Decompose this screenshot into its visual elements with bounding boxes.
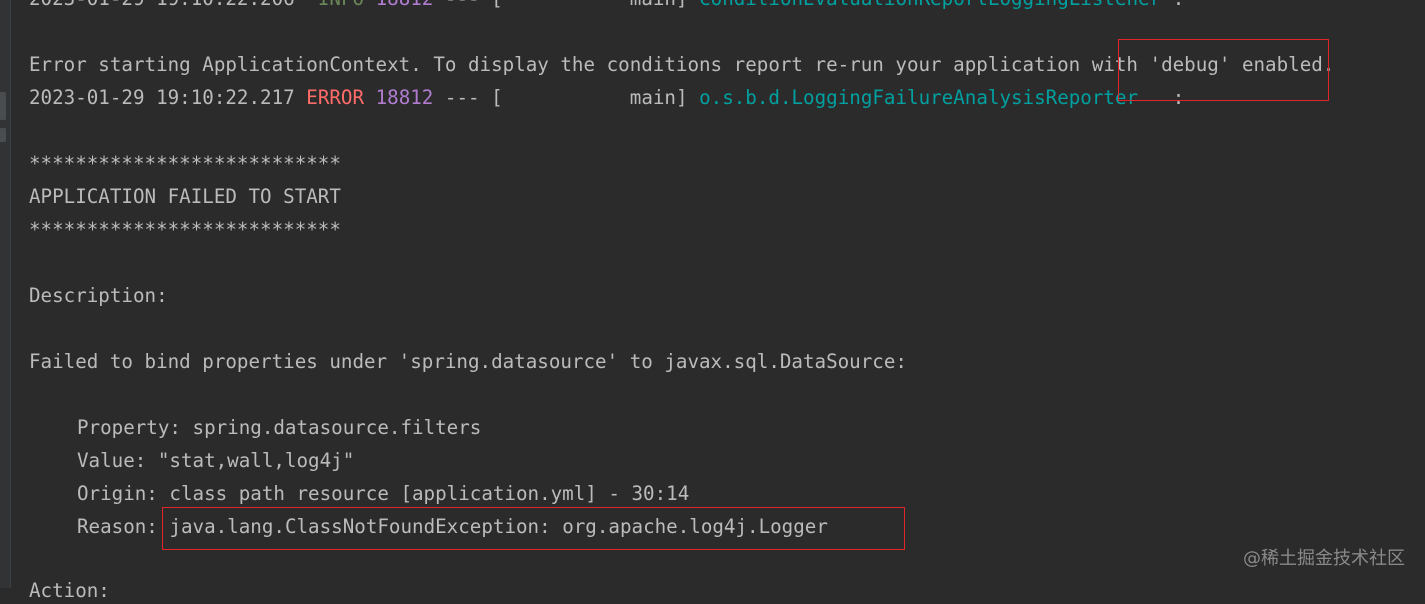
gutter-marker [0,128,6,142]
log-pid: 18812 [375,86,434,109]
highlight-box-reason [162,507,905,550]
highlight-box-debug [1118,39,1329,101]
log-level-error: ERROR [306,86,365,109]
property-line: Property: spring.datasource.filters [77,416,482,439]
description-label: Description: [29,284,168,307]
value-line: Value: "stat,wall,log4j" [77,449,355,472]
stars-divider-top: *************************** [29,152,341,175]
origin-line: Origin: class path resource [application… [77,482,690,505]
log-line-error: 2023-01-29 19:10:22.217 ERROR 18812 --- … [29,85,1184,111]
log-thread: [ main] [491,0,687,10]
gutter-marker [0,92,6,120]
reason-label: Reason: [77,515,158,538]
action-label: Action: [29,579,110,602]
log-timestamp: 2023-01-29 19:10:22.206 [29,0,295,10]
stars-divider-bottom: *************************** [29,218,341,241]
log-level-info: INFO [318,0,364,10]
editor-gutter [0,0,11,588]
log-timestamp: 2023-01-29 19:10:22.217 [29,86,295,109]
log-logger[interactable]: ConditionEvaluationReportLoggingListener [699,0,1161,10]
log-line-info: 2023-01-29 19:10:22.206 INFO 18812 --- [… [29,0,1184,12]
log-separator: --- [445,0,480,10]
watermark: @稀土掘金技术社区 [1243,548,1405,569]
log-thread: [ main] [491,86,688,109]
failed-bind-message: Failed to bind properties under 'spring.… [29,350,907,373]
log-colon: : [1173,0,1185,10]
log-logger[interactable]: o.s.b.d.LoggingFailureAnalysisReporter [699,86,1138,109]
application-failed-heading: APPLICATION FAILED TO START [29,185,341,208]
log-pid: 18812 [376,0,434,10]
log-separator: --- [444,86,480,109]
